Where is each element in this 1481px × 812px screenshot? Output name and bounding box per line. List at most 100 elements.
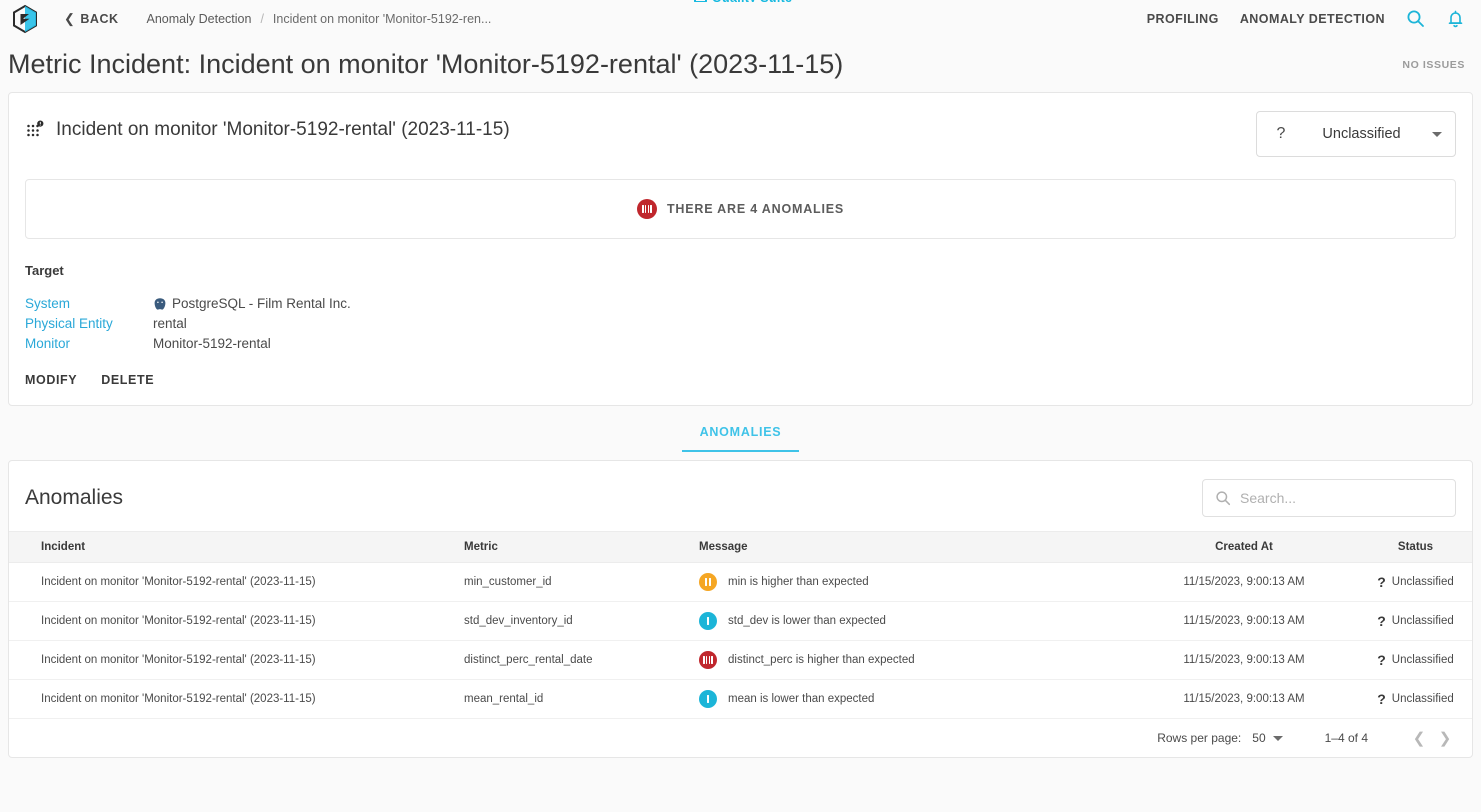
search-input[interactable]: [1240, 490, 1443, 506]
cell-incident: Incident on monitor 'Monitor-5192-rental…: [9, 679, 464, 719]
cell-message: distinct_perc is higher than expected: [699, 640, 1129, 680]
cell-created-at: 11/15/2023, 9:00:13 AM: [1129, 562, 1359, 602]
notification-bell-icon[interactable]: [1446, 9, 1465, 29]
cell-incident: Incident on monitor 'Monitor-5192-rental…: [9, 640, 464, 680]
cell-metric: std_dev_inventory_id: [464, 601, 699, 641]
cell-message: mean is lower than expected: [699, 679, 1129, 719]
pagination: Rows per page: 50 1–4 of 4 ❮ ❯: [9, 719, 1472, 757]
dataspot-logo[interactable]: [10, 4, 40, 34]
target-value-monitor: Monitor-5192-rental: [153, 336, 271, 351]
postgresql-icon: [153, 297, 167, 311]
severity-info-icon: [699, 612, 717, 630]
target-value-physical-entity: rental: [153, 316, 187, 331]
cell-message-text: distinct_perc is higher than expected: [728, 654, 915, 666]
anomalies-table-body: Incident on monitor 'Monitor-5192-rental…: [9, 562, 1472, 719]
table-row[interactable]: Incident on monitor 'Monitor-5192-rental…: [9, 640, 1472, 680]
anomalies-title: Anomalies: [25, 486, 124, 509]
column-header-created-at: Created At: [1129, 531, 1359, 563]
severity-warning-icon: [699, 573, 717, 591]
cell-created-at: 11/15/2023, 9:00:13 AM: [1129, 679, 1359, 719]
target-system-text: PostgreSQL - Film Rental Inc.: [172, 296, 351, 311]
delete-button[interactable]: DELETE: [101, 373, 154, 387]
anomalies-banner-text: THERE ARE 4 ANOMALIES: [667, 202, 844, 216]
cell-metric: min_customer_id: [464, 562, 699, 602]
breadcrumb-current: Incident on monitor 'Monitor-5192-ren...: [272, 11, 492, 26]
pagination-range: 1–4 of 4: [1324, 731, 1368, 745]
cell-status: ? Unclassified: [1359, 640, 1472, 680]
anomalies-banner: THERE ARE 4 ANOMALIES: [25, 179, 1456, 239]
cell-incident: Incident on monitor 'Monitor-5192-rental…: [9, 562, 464, 602]
question-mark-icon: ?: [1377, 652, 1386, 668]
top-bar: ❮ BACK Anomaly Detection / Incident on m…: [0, 0, 1481, 37]
target-label: Target: [25, 263, 64, 278]
incident-card: Incident on monitor 'Monitor-5192-rental…: [8, 92, 1473, 406]
cell-status: ? Unclassified: [1359, 562, 1472, 602]
back-button[interactable]: ❮ BACK: [64, 12, 119, 26]
breadcrumb: Anomaly Detection / Incident on monitor …: [147, 12, 492, 26]
cell-status: ? Unclassified: [1359, 679, 1472, 719]
page-title: Metric Incident: Incident on monitor 'Mo…: [8, 49, 844, 79]
target-value-system: PostgreSQL - Film Rental Inc.: [153, 296, 1456, 311]
anomalies-table-head: Incident Metric Message Created At Statu…: [9, 531, 1472, 563]
target-key-physical-entity[interactable]: Physical Entity: [25, 316, 153, 331]
cell-metric: mean_rental_id: [464, 679, 699, 719]
rows-per-page-select[interactable]: 50: [1252, 731, 1283, 745]
search-icon: [1215, 490, 1231, 506]
anomalies-panel: Anomalies Incident Metric Message Create…: [8, 460, 1473, 758]
tab-strip: ANOMALIES: [0, 406, 1481, 452]
cell-status: ? Unclassified: [1359, 601, 1472, 641]
tab-anomalies[interactable]: ANOMALIES: [681, 425, 800, 452]
target-grid: System PostgreSQL - Film Rental Inc. Phy…: [25, 296, 1456, 351]
question-mark-icon: ?: [1377, 691, 1386, 707]
quality-suite-label[interactable]: Quality Suite: [694, 0, 792, 2]
column-header-status: Status: [1359, 531, 1472, 563]
chevron-down-icon: [1272, 735, 1283, 741]
incident-heading: Incident on monitor 'Monitor-5192-rental…: [25, 111, 510, 141]
table-row[interactable]: Incident on monitor 'Monitor-5192-rental…: [9, 601, 1472, 641]
column-header-incident: Incident: [9, 531, 464, 563]
column-header-message: Message: [699, 531, 1129, 563]
modify-button[interactable]: MODIFY: [25, 373, 77, 387]
anomalies-panel-header: Anomalies: [9, 461, 1472, 531]
nav-profiling[interactable]: PROFILING: [1147, 12, 1219, 26]
chevron-left-icon[interactable]: ❮: [1406, 729, 1432, 747]
question-mark-icon: ?: [1377, 574, 1386, 590]
severity-critical-icon: [637, 199, 657, 219]
status-badge: Unclassified: [1391, 576, 1454, 588]
cell-message: min is higher than expected: [699, 562, 1129, 602]
breadcrumb-root[interactable]: Anomaly Detection: [147, 12, 252, 26]
cell-incident: Incident on monitor 'Monitor-5192-rental…: [9, 601, 464, 641]
rows-per-page-label: Rows per page:: [1157, 731, 1242, 745]
status-dropdown-value: Unclassified: [1322, 126, 1401, 142]
chevron-down-icon: [1432, 131, 1442, 137]
issues-badge: NO ISSUES: [1402, 58, 1465, 71]
incident-actions: MODIFY DELETE: [9, 351, 1472, 405]
table-row[interactable]: Incident on monitor 'Monitor-5192-rental…: [9, 679, 1472, 719]
cell-created-at: 11/15/2023, 9:00:13 AM: [1129, 601, 1359, 641]
target-key-monitor[interactable]: Monitor: [25, 336, 153, 351]
table-row[interactable]: Incident on monitor 'Monitor-5192-rental…: [9, 562, 1472, 602]
anomalies-table: Incident Metric Message Created At Statu…: [9, 531, 1472, 719]
quality-suite-icon: [694, 0, 707, 2]
rows-per-page-value: 50: [1252, 731, 1266, 745]
cell-message-text: std_dev is lower than expected: [728, 615, 886, 627]
search-icon[interactable]: [1406, 9, 1425, 28]
cell-message-text: min is higher than expected: [728, 576, 869, 588]
table-header-row: Incident Metric Message Created At Statu…: [9, 531, 1472, 563]
target-key-system[interactable]: System: [25, 296, 153, 311]
cell-created-at: 11/15/2023, 9:00:13 AM: [1129, 640, 1359, 680]
back-label: BACK: [80, 11, 119, 26]
search-box[interactable]: [1202, 479, 1456, 517]
question-mark-icon: ?: [1377, 613, 1386, 629]
nav-anomaly-detection[interactable]: ANOMALY DETECTION: [1240, 12, 1385, 26]
chevron-right-icon[interactable]: ❯: [1432, 729, 1458, 747]
chevron-left-icon: ❮: [64, 11, 76, 26]
cell-message-text: mean is lower than expected: [728, 693, 875, 705]
status-dropdown[interactable]: ? Unclassified: [1256, 111, 1456, 157]
severity-info-icon: [699, 690, 717, 708]
status-badge: Unclassified: [1391, 615, 1454, 627]
severity-critical-icon: [699, 651, 717, 669]
breadcrumb-separator: /: [260, 11, 264, 26]
metric-grid-icon: [25, 120, 45, 140]
cell-message: std_dev is lower than expected: [699, 601, 1129, 641]
